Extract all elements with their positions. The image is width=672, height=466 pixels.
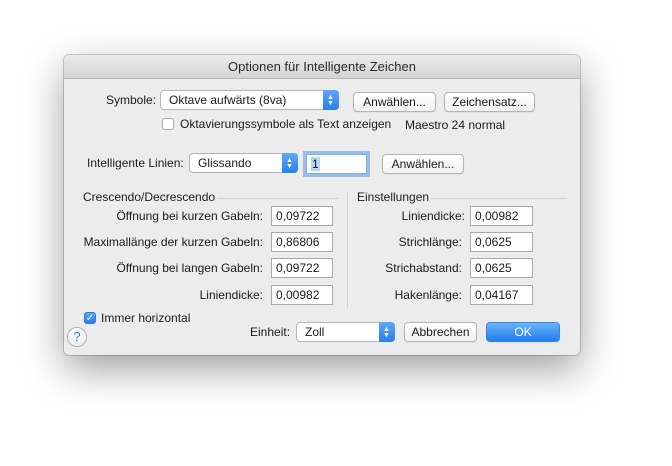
einstellungen-row-label: Strichlänge: — [398, 235, 462, 249]
einstellungen-row-label: Strichabstand: — [385, 261, 462, 275]
crescendo-row-field[interactable]: 0,09722 — [271, 206, 333, 226]
einstellungen-section-title: Einstellungen — [357, 190, 430, 204]
linien-popup-value: Glissando — [198, 156, 252, 170]
popup-arrows-icon: ▲ ▼ — [323, 90, 339, 110]
font-info: Maestro 24 normal — [405, 118, 506, 132]
symbole-popup[interactable]: Oktave aufwärts (8va) ▲ ▼ — [160, 90, 339, 110]
einheit-label: Einheit: — [250, 325, 291, 339]
einstellungen-row-label: Hakenlänge: — [394, 288, 462, 302]
einstellungen-row-field[interactable]: 0,04167 — [470, 285, 533, 305]
linien-label: Intelligente Linien: — [87, 156, 184, 170]
text-symbols-checkbox-label: Oktavierungssymbole als Text anzeigen — [180, 117, 392, 131]
help-icon[interactable]: ? — [67, 327, 87, 347]
immer-horizontal-label: Immer horizontal — [101, 311, 191, 325]
text-symbols-checkbox[interactable] — [162, 118, 174, 130]
einstellungen-divider — [431, 198, 567, 199]
crescendo-row-field[interactable]: 0,86806 — [271, 232, 333, 252]
linien-value-text: 1 — [311, 157, 320, 171]
crescendo-row-label: Öffnung bei langen Gabeln: — [116, 261, 263, 275]
einheit-popup[interactable]: Zoll ▲ ▼ — [296, 322, 395, 342]
crescendo-row-label: Liniendicke: — [199, 288, 263, 302]
cancel-button[interactable]: Abbrechen — [404, 322, 477, 342]
popup-arrows-icon: ▲ ▼ — [282, 153, 298, 173]
einstellungen-row-field[interactable]: 0,00982 — [470, 206, 533, 226]
options-dialog: Optionen für Intelligente Zeichen Symbol… — [64, 55, 580, 355]
symbole-anwaehlen-button[interactable]: Anwählen... — [353, 92, 436, 112]
linien-value-field[interactable]: 1 — [306, 154, 367, 174]
crescendo-row-label: Maximallänge der kurzen Gabeln: — [83, 235, 263, 249]
popup-arrows-icon: ▲ ▼ — [379, 322, 395, 342]
einstellungen-row-field[interactable]: 0,0625 — [470, 258, 533, 278]
linien-anwaehlen-button[interactable]: Anwählen... — [382, 154, 464, 174]
checkmark-icon: ✓ — [85, 313, 95, 324]
crescendo-row-field[interactable]: 0,00982 — [271, 285, 333, 305]
symbole-popup-value: Oktave aufwärts (8va) — [169, 93, 287, 107]
immer-horizontal-checkbox[interactable]: ✓ — [84, 312, 96, 324]
einstellungen-row-field[interactable]: 0,0625 — [470, 232, 533, 252]
symbole-label: Symbole: — [106, 93, 157, 107]
zeichensatz-button[interactable]: Zeichensatz... — [444, 92, 535, 112]
crescendo-row-field[interactable]: 0,09722 — [271, 258, 333, 278]
ok-button[interactable]: OK — [486, 322, 560, 342]
linien-popup[interactable]: Glissando ▲ ▼ — [189, 153, 298, 173]
einstellungen-row-label: Liniendicke: — [401, 209, 465, 223]
crescendo-divider — [217, 198, 338, 199]
crescendo-row-label: Öffnung bei kurzen Gabeln: — [116, 209, 263, 223]
einheit-popup-value: Zoll — [305, 325, 325, 339]
crescendo-section-title: Crescendo/Decrescendo — [83, 190, 216, 204]
dialog-title: Optionen für Intelligente Zeichen — [64, 55, 580, 79]
